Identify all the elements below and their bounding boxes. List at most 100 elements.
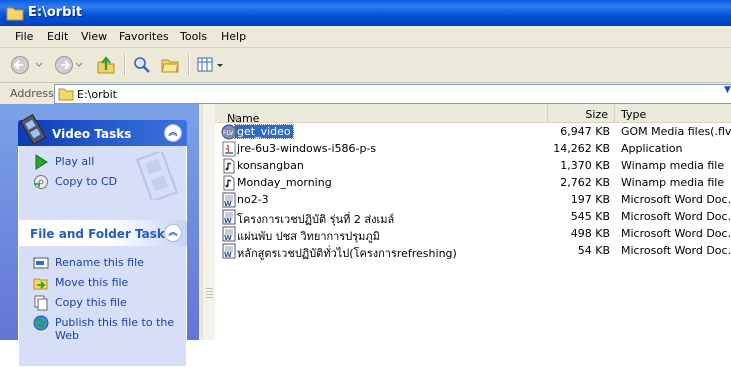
task-label: Copy to CD: [55, 175, 118, 188]
menu-edit[interactable]: Edit: [47, 30, 68, 43]
file-size: 498 KB: [570, 227, 610, 240]
search-icon[interactable]: [132, 55, 152, 75]
menu-tools[interactable]: Tools: [180, 30, 207, 43]
window-title: E:\orbit: [28, 5, 83, 20]
menu-file[interactable]: File: [15, 30, 33, 43]
menu-bar: File Edit View Favorites Tools Help: [0, 26, 731, 48]
up-folder-icon[interactable]: [96, 55, 116, 75]
file-type: Microsoft Word Doc...: [621, 227, 731, 240]
collapse-chevron-icon[interactable]: ︽: [164, 124, 182, 142]
word-doc-icon: W: [222, 226, 236, 242]
file-list: Name ▲ Size Type FLV get_video 6,947 KB G…: [215, 104, 731, 340]
task-label: Play all: [55, 155, 95, 168]
play-icon: [35, 154, 48, 170]
file-row[interactable]: W โครงการเวชปฏิบัติ รุ่นที่ 2 ส่งเมล์ 54…: [215, 208, 731, 226]
file-tasks-panel: File and Folder Tasks ︽ Rename this file…: [18, 220, 187, 367]
file-type: Application: [621, 142, 683, 155]
winamp-file-icon: [223, 158, 235, 174]
svg-text:FLV: FLV: [223, 130, 234, 137]
task-pane: Video Tasks ︽ Play all Copy to CD File a…: [0, 104, 199, 367]
svg-text:W: W: [224, 200, 232, 208]
column-header-name[interactable]: Name ▲: [215, 104, 548, 125]
video-tasks-body: Play all Copy to CD: [18, 146, 187, 223]
views-icon[interactable]: [196, 55, 226, 75]
address-value: E:\orbit: [77, 88, 117, 101]
file-row[interactable]: W no2-3 197 KB Microsoft Word Doc...: [215, 191, 731, 208]
film-watermark-icon: [136, 152, 178, 200]
file-tasks-title: File and Folder Tasks: [30, 227, 173, 241]
file-name: no2-3: [237, 193, 269, 206]
file-row[interactable]: W หลักสูตรเวชปฏิบัติทั่วไป(โครงการrefres…: [215, 242, 731, 260]
task-label: Move this file: [55, 276, 129, 289]
column-size-label: Size: [585, 108, 608, 121]
address-field[interactable]: E:\orbit ▼: [54, 84, 731, 104]
file-row[interactable]: Monday_morning 2,762 KB Winamp media fil…: [215, 174, 731, 191]
file-size: 54 KB: [577, 244, 610, 257]
task-label-continued: Web: [55, 329, 79, 342]
file-type: Microsoft Word Doc...: [621, 244, 731, 257]
file-size: 1,370 KB: [560, 159, 610, 172]
file-size: 197 KB: [570, 193, 610, 206]
toolbar: [0, 48, 731, 83]
column-header-type[interactable]: Type: [615, 104, 731, 123]
svg-text:W: W: [224, 217, 232, 225]
file-tasks-body: Rename this file Move this file Copy thi…: [18, 246, 187, 367]
back-arrow-icon[interactable]: [10, 55, 44, 75]
collapse-chevron-icon[interactable]: ︽: [164, 224, 182, 242]
menu-view[interactable]: View: [81, 30, 107, 43]
forward-arrow-icon[interactable]: [54, 55, 84, 75]
word-doc-icon: W: [222, 192, 236, 208]
file-type: Microsoft Word Doc...: [621, 210, 731, 223]
address-label: Address: [10, 87, 54, 100]
copy-to-cd-icon: [34, 175, 48, 189]
task-label: Copy this file: [55, 296, 127, 309]
file-row[interactable]: jre-6u3-windows-i586-p-s 14,262 KB Appli…: [215, 140, 731, 157]
word-doc-icon: W: [222, 209, 236, 225]
java-installer-icon: [222, 141, 236, 157]
file-name: get_video: [234, 124, 294, 139]
file-name: jre-6u3-windows-i586-p-s: [237, 142, 377, 155]
file-type: Winamp media file: [621, 176, 725, 189]
video-tasks-panel: Video Tasks ︽ Play all Copy to CD: [18, 114, 187, 223]
file-row[interactable]: W แผ่นพับ ปชส วิทยาการปรุมภูมิ 498 KB Mi…: [215, 225, 731, 243]
file-name: konsangban: [237, 159, 304, 172]
column-type-label: Type: [621, 108, 647, 121]
task-label: Publish this file to the: [55, 316, 175, 329]
file-type: Microsoft Word Doc...: [621, 193, 731, 206]
winamp-file-icon: [223, 175, 235, 191]
file-size: 14,262 KB: [553, 142, 610, 155]
menu-help[interactable]: Help: [221, 30, 246, 43]
folder-icon: [58, 88, 74, 101]
chevron-down-icon[interactable]: ▼: [724, 85, 731, 103]
file-type: GOM Media files(.flv): [621, 125, 731, 138]
menu-favorites[interactable]: Favorites: [119, 30, 169, 43]
title-bar[interactable]: E:\orbit: [0, 0, 731, 26]
folders-icon[interactable]: [160, 55, 180, 75]
file-name: หลักสูตรเวชปฏิบัติทั่วไป(โครงการrefreshi…: [237, 247, 457, 260]
file-size: 545 KB: [570, 210, 610, 223]
file-size: 2,762 KB: [560, 176, 610, 189]
toolbar-separator: [188, 54, 190, 76]
film-strip-icon: [20, 114, 47, 144]
video-tasks-header[interactable]: Video Tasks ︽: [18, 114, 187, 146]
folder-icon: [6, 7, 24, 21]
file-row[interactable]: FLV get_video 6,947 KB GOM Media files(.…: [215, 123, 731, 140]
toolbar-separator: [124, 54, 126, 76]
svg-text:W: W: [224, 234, 232, 242]
file-type: Winamp media file: [621, 159, 725, 172]
file-name: Monday_morning: [237, 176, 332, 189]
column-header-size[interactable]: Size: [548, 104, 615, 123]
task-label: Rename this file: [55, 256, 144, 269]
file-tasks-header[interactable]: File and Folder Tasks ︽: [18, 220, 187, 246]
svg-text:W: W: [224, 251, 232, 259]
publish-web-icon: [33, 315, 49, 331]
copy-icon: [34, 295, 48, 311]
file-size: 6,947 KB: [560, 125, 610, 138]
task-pane-scrollbar[interactable]: [202, 104, 216, 340]
sort-ascending-icon: ▲: [233, 112, 240, 121]
address-bar: Address E:\orbit ▼: [0, 83, 731, 105]
file-row[interactable]: konsangban 1,370 KB Winamp media file: [215, 157, 731, 174]
scrollbar-grip[interactable]: [206, 288, 213, 298]
word-doc-icon: W: [222, 243, 236, 259]
video-tasks-title: Video Tasks: [52, 127, 132, 141]
